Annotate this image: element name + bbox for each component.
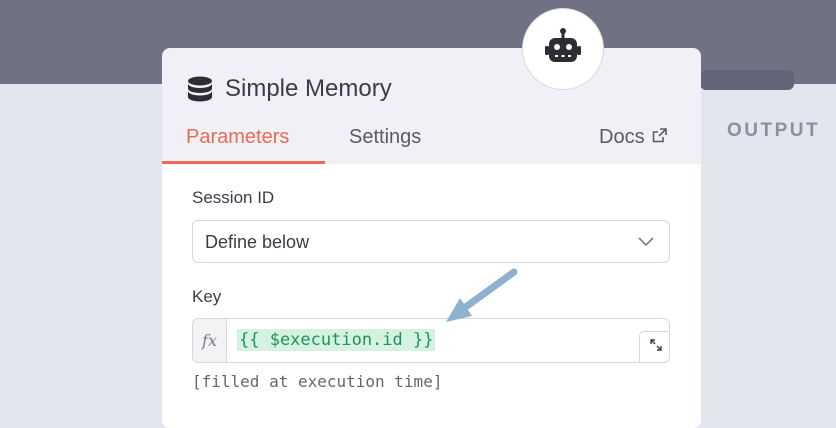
output-panel-label: OUTPUT — [727, 120, 821, 141]
parameters-body: Session ID Define below Key fx {{ $execu… — [162, 164, 701, 428]
chevron-down-icon — [637, 234, 655, 253]
session-id-select[interactable]: Define below — [192, 220, 670, 263]
annotation-arrow-icon — [446, 268, 518, 322]
session-id-value: Define below — [205, 232, 310, 252]
docs-label: Docs — [599, 126, 645, 148]
tab-docs[interactable]: Docs — [599, 126, 667, 149]
tab-settings[interactable]: Settings — [349, 126, 421, 149]
fx-icon: fx — [193, 319, 227, 362]
node-title: Simple Memory — [225, 75, 392, 102]
key-hint: [filled at execution time] — [192, 372, 443, 391]
session-id-label: Session ID — [192, 188, 275, 207]
expand-icon — [649, 338, 663, 357]
tab-parameters[interactable]: Parameters — [186, 126, 289, 149]
node-settings-panel: Simple Memory Parameters Settings Docs S… — [162, 48, 701, 428]
key-expression-value[interactable]: {{ $execution.id }} — [237, 329, 436, 351]
panel-header: Simple Memory Parameters Settings Docs — [162, 48, 701, 164]
external-link-icon — [652, 126, 667, 149]
output-panel-top — [700, 70, 794, 90]
database-icon — [187, 76, 213, 109]
node-badge — [522, 8, 604, 90]
key-expression-input[interactable]: fx {{ $execution.id }} — [192, 318, 670, 363]
key-label: Key — [192, 287, 222, 306]
expand-editor-button[interactable] — [639, 331, 669, 362]
robot-icon — [541, 25, 585, 74]
